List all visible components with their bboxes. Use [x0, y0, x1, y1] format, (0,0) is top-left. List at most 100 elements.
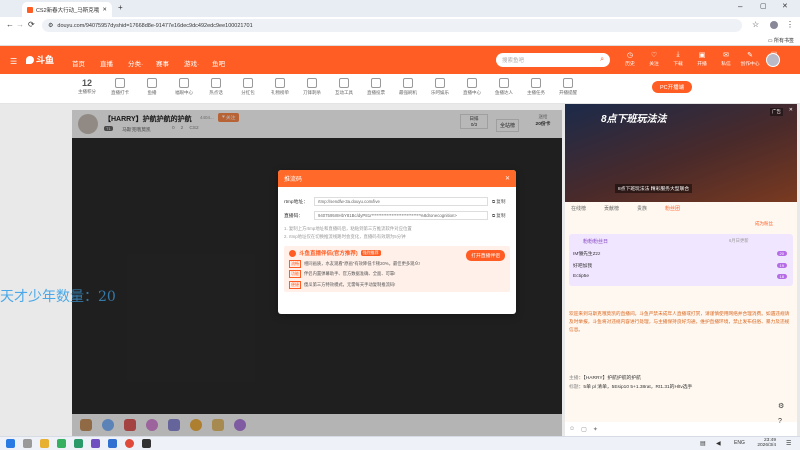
folder-icon: ▭: [767, 38, 773, 44]
fan-user-row[interactable]: IM懵先生Zzz 20: [573, 250, 787, 257]
copy-code-button[interactable]: ⧉ 复制: [492, 213, 510, 219]
chat-user[interactable]: 标题: [569, 385, 579, 390]
tool-item[interactable]: 主播任务: [520, 78, 552, 96]
ad-subtitle: 8点下班玩法法 精彩服务大型联合: [615, 184, 693, 193]
ad-close-icon[interactable]: ✕: [789, 107, 793, 113]
new-tab-icon[interactable]: +: [118, 3, 123, 12]
search-input[interactable]: 搜索鱼吧: [502, 56, 524, 64]
history-button[interactable]: ◷ 历史: [618, 51, 642, 67]
chat-text: 5单 pl 清单，5Esip10 5+1.38rat，Rt1.31的Hltv选手: [583, 385, 693, 390]
nav-category[interactable]: 分类·: [128, 58, 156, 68]
tool-icon: [147, 78, 157, 88]
notification-icon[interactable]: ☰: [786, 440, 791, 447]
fan-user-row[interactable]: 好吧加我 19: [573, 262, 787, 269]
promo-line-text: 伴侣内置弹幕助手、官方数据准确、全面、可靠!: [304, 271, 396, 276]
creator-button[interactable]: ✎ 创作中心: [738, 51, 762, 67]
hamburger-icon[interactable]: ☰: [10, 57, 17, 66]
app-icon[interactable]: [74, 439, 83, 448]
tool-item[interactable]: 直播投票: [360, 78, 392, 96]
tool-item[interactable]: 鱼播达人: [488, 78, 520, 96]
tool-item[interactable]: 福眼中心: [168, 78, 200, 96]
search-taskbar-icon[interactable]: [23, 439, 32, 448]
open-companion-button[interactable]: 打开直播伴侣: [466, 250, 505, 261]
tool-item[interactable]: 直播中心: [456, 78, 488, 96]
douyu-logo[interactable]: 斗鱼: [26, 53, 54, 66]
tool-item[interactable]: 鱼播: [136, 78, 168, 96]
reload-icon[interactable]: ⟳: [28, 20, 35, 29]
tab-online[interactable]: 在线榜: [571, 205, 586, 212]
fan-user-level: 20: [776, 251, 787, 256]
bookmark-star-icon[interactable]: ☆: [752, 20, 759, 29]
browser-app-icon[interactable]: [125, 439, 134, 448]
tab-noble[interactable]: 贵族: [637, 205, 647, 212]
close-window-icon[interactable]: ✕: [782, 2, 788, 10]
nav-events[interactable]: 赛事: [156, 58, 184, 68]
clock[interactable]: 23:49 2026/3/4: [752, 438, 776, 448]
profile-icon[interactable]: [770, 21, 778, 29]
tool-item[interactable]: 直播打卡: [104, 78, 136, 96]
pc-broadcast-button[interactable]: PC开播端: [652, 81, 693, 93]
back-icon[interactable]: ←: [6, 20, 14, 29]
search-icon[interactable]: ⌕: [600, 56, 604, 64]
tool-item[interactable]: 分红包: [232, 78, 264, 96]
emoji-icon[interactable]: ☺: [569, 426, 575, 432]
tool-icon: [435, 78, 445, 88]
omnibox[interactable]: ⚙ douyu.com/94075957dyshid=17668d8e-9147…: [42, 19, 742, 32]
tool-item[interactable]: 乐呵娱乐: [424, 78, 456, 96]
rtmp-field[interactable]: rtmp://sendfw-3a.douyu.com/live: [314, 197, 488, 206]
side-help-icon[interactable]: ?: [778, 418, 782, 425]
windows-start-icon[interactable]: [6, 439, 15, 448]
tool-item[interactable]: 刀锋刺杀: [296, 78, 328, 96]
download-button[interactable]: ⤓ 下载: [666, 51, 690, 67]
tool-label: 刀锋刺杀: [303, 90, 321, 95]
nav-yuba[interactable]: 鱼吧: [212, 58, 240, 68]
nav-live[interactable]: 直播: [100, 58, 128, 68]
code-field[interactable]: 9407595r8HbY81Bc/dyP81r*****************…: [314, 211, 488, 220]
app-icon[interactable]: [142, 439, 151, 448]
copy-rtmp-button[interactable]: ⧉ 复制: [492, 199, 510, 205]
tool-item[interactable]: 互动工具: [328, 78, 360, 96]
tool-item[interactable]: 最强刷机: [392, 78, 424, 96]
menu-icon[interactable]: ⋮: [786, 20, 794, 29]
tool-item[interactable]: 热点话: [200, 78, 232, 96]
volume-icon[interactable]: ◀: [716, 440, 721, 447]
tab-fans[interactable]: 粉丝团: [665, 205, 680, 212]
language-indicator[interactable]: ENG: [734, 440, 745, 446]
search-box[interactable]: 搜索鱼吧 ⌕: [496, 53, 610, 67]
bookmarks-bar: ▭ 所有书签: [0, 34, 800, 46]
image-icon[interactable]: ▢: [581, 426, 587, 433]
broadcast-button[interactable]: ▣ 开播: [690, 51, 714, 67]
site-info-icon[interactable]: ⚙: [48, 22, 53, 29]
tool-item[interactable]: 礼物榜单: [264, 78, 296, 96]
tool-icon: [307, 78, 317, 88]
app-icon[interactable]: [91, 439, 100, 448]
side-settings-icon[interactable]: ⚙: [778, 402, 784, 410]
modal-close-icon[interactable]: ✕: [505, 175, 510, 182]
chat-user[interactable]: 主播: [569, 376, 579, 381]
close-tab-icon[interactable]: ✕: [102, 7, 107, 13]
follow-button[interactable]: ♡ 关注: [642, 51, 666, 67]
level-widget[interactable]: 12 主播积分: [72, 78, 102, 95]
nav-games[interactable]: 游戏·: [184, 58, 212, 68]
ad-banner[interactable]: 8点下班玩法法 广告 ✕ 8点下班玩法法 精彩服务大型联合: [565, 104, 797, 202]
gift-icon[interactable]: ✦: [593, 426, 598, 433]
stream-code-modal: 推流码 ✕ rtmp地址： rtmp://sendfw-3a.douyu.com…: [278, 170, 516, 314]
all-bookmarks-link[interactable]: ▭ 所有书签: [768, 37, 794, 44]
minimize-icon[interactable]: –: [738, 2, 742, 11]
terminal-app-icon[interactable]: [57, 439, 66, 448]
nav-home[interactable]: 首页: [72, 58, 100, 68]
app-icon[interactable]: [108, 439, 117, 448]
tool-item[interactable]: 开播提醒: [552, 78, 584, 96]
fan-user-row[interactable]: Ectip5e 18: [573, 274, 787, 279]
browser-tab[interactable]: CS2新春大行动_马斯克哦莫凯 ✕: [22, 2, 112, 17]
files-app-icon[interactable]: [40, 439, 49, 448]
become-fan-button[interactable]: 成为粉丝: [755, 221, 773, 227]
avatar[interactable]: [766, 53, 780, 67]
tab-contrib[interactable]: 贡献榜: [604, 205, 619, 212]
forward-icon[interactable]: →: [16, 20, 24, 29]
chat-text: 【HARRY】护航护航的护航: [583, 376, 641, 381]
maximize-icon[interactable]: ▢: [760, 2, 767, 10]
tool-icon: [467, 78, 477, 88]
message-button[interactable]: ✉ 私信: [714, 51, 738, 67]
network-icon[interactable]: ▤: [700, 440, 706, 447]
